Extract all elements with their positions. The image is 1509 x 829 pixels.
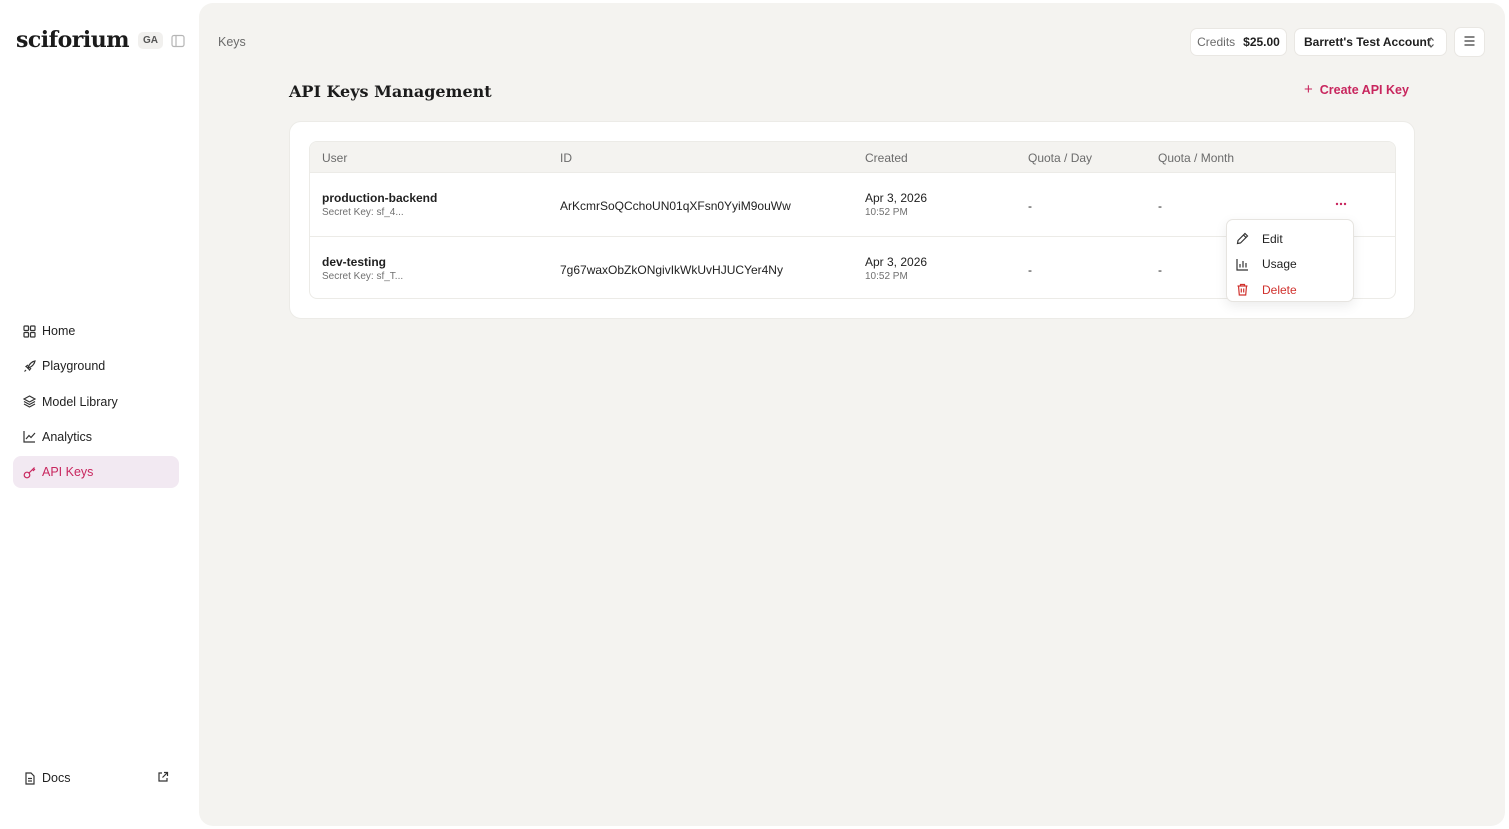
menu-item-edit[interactable]: Edit <box>1227 226 1353 252</box>
sidebar-item-label: Model Library <box>42 394 118 409</box>
menu-icon <box>1464 33 1475 51</box>
created-time: 10:52 PM <box>865 207 908 218</box>
grid-icon <box>23 324 36 338</box>
sidebar-item-api-keys[interactable]: API Keys <box>13 456 179 489</box>
sidebar-toggle-icon[interactable] <box>170 33 185 48</box>
sidebar-item-home[interactable]: Home <box>13 315 179 347</box>
sidebar-item-label: Playground <box>42 359 106 374</box>
sidebar: sciforium GA Home Playground Model Libra… <box>0 0 199 829</box>
created-date: Apr 3, 2026 <box>865 191 928 205</box>
quota-month: - <box>1158 199 1162 213</box>
key-name: production-backend <box>322 191 438 205</box>
trash-icon <box>1236 283 1249 296</box>
page-title: API Keys Management <box>289 82 492 101</box>
external-link-icon[interactable] <box>157 771 169 786</box>
column-header-created: Created <box>865 151 908 165</box>
rocket-icon <box>23 360 36 373</box>
credits-label: Credits <box>1197 35 1236 49</box>
created-time: 10:52 PM <box>865 271 908 282</box>
plus-icon: + <box>1304 81 1313 98</box>
row-actions-menu: Edit Usage Delete <box>1226 219 1354 302</box>
docs-label: Docs <box>42 771 71 785</box>
menu-item-label: Delete <box>1262 282 1297 297</box>
layers-icon <box>23 395 36 408</box>
menu-item-label: Usage <box>1262 257 1297 272</box>
column-header-id: ID <box>560 151 572 165</box>
credits-display: Credits $25.00 <box>1190 28 1287 56</box>
line-chart-icon <box>23 430 36 443</box>
sidebar-item-label: Home <box>42 324 76 338</box>
quota-day: - <box>1028 199 1032 213</box>
table-header: User ID Created Quota / Day Quota / Mont… <box>310 142 1395 172</box>
key-id: 7g67waxObZkONgivIkWkUvHJUCYer4Ny <box>560 263 783 277</box>
more-options-icon[interactable] <box>1332 195 1350 213</box>
logo[interactable]: sciforium <box>16 27 130 53</box>
chevron-up-down-icon <box>1426 36 1436 52</box>
document-icon <box>23 771 36 785</box>
quota-month: - <box>1158 263 1162 277</box>
breadcrumb: Keys <box>218 35 246 49</box>
column-header-quota-month: Quota / Month <box>1158 151 1235 165</box>
menu-item-delete[interactable]: Delete <box>1227 277 1353 303</box>
create-api-key-button[interactable]: + Create API Key <box>1304 81 1409 98</box>
main-panel: Keys Credits $25.00 Barrett's Test Accou… <box>199 3 1505 826</box>
secret-key: Secret Key: sf_T... <box>322 271 404 282</box>
bar-chart-icon <box>1236 258 1249 271</box>
column-header-user: User <box>322 151 348 165</box>
column-header-quota-day: Quota / Day <box>1028 151 1093 165</box>
sidebar-item-model-library[interactable]: Model Library <box>13 386 179 418</box>
key-name: dev-testing <box>322 255 387 269</box>
menu-item-label: Edit <box>1262 231 1283 246</box>
sidebar-item-docs[interactable]: Docs <box>13 762 179 794</box>
sidebar-item-playground[interactable]: Playground <box>13 350 179 382</box>
secret-key: Secret Key: sf_4... <box>322 207 404 218</box>
create-api-key-label: Create API Key <box>1319 83 1409 97</box>
quota-day: - <box>1028 263 1032 277</box>
sidebar-item-label: Analytics <box>42 429 93 444</box>
account-name: Barrett's Test Account <box>1304 35 1431 49</box>
sidebar-item-label: API Keys <box>42 465 94 480</box>
ga-badge: GA <box>138 31 163 49</box>
pencil-icon <box>1236 232 1249 245</box>
key-id: ArKcmrSoQCchoUN01qXFsn0YyiM9ouWw <box>560 199 791 213</box>
key-icon <box>23 466 36 479</box>
credits-value: $25.00 <box>1243 35 1280 49</box>
brand: sciforium GA <box>16 27 163 53</box>
sidebar-item-analytics[interactable]: Analytics <box>13 421 179 453</box>
hamburger-menu-button[interactable] <box>1454 27 1485 57</box>
account-selector[interactable]: Barrett's Test Account <box>1294 28 1447 56</box>
menu-item-usage[interactable]: Usage <box>1227 252 1353 278</box>
sidebar-nav: Home Playground Model Library Analytics … <box>13 315 179 491</box>
created-date: Apr 3, 2026 <box>865 255 928 269</box>
